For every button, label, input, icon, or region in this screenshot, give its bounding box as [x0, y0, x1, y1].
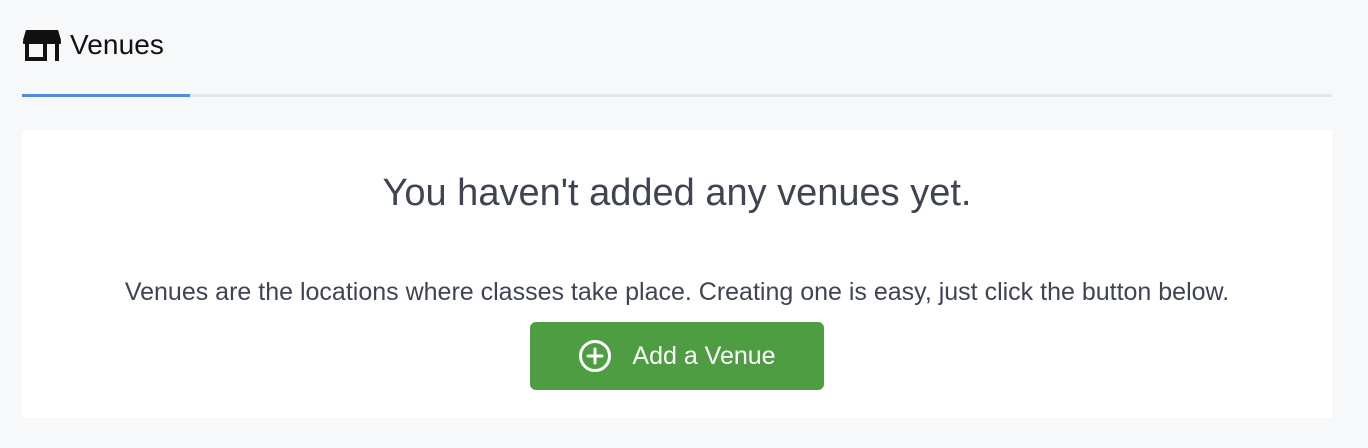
add-venue-label: Add a Venue — [632, 341, 776, 370]
active-tab-indicator — [22, 94, 190, 97]
page-header: Venues — [22, 28, 164, 62]
add-venue-button[interactable]: Add a Venue — [530, 322, 824, 390]
empty-state-description: Venues are the locations where classes t… — [124, 278, 1230, 306]
store-icon — [22, 28, 62, 62]
tab-underline — [22, 94, 1332, 97]
plus-circle-icon — [578, 339, 612, 373]
empty-state-heading: You haven't added any venues yet. — [382, 172, 972, 214]
page-title: Venues — [70, 29, 165, 60]
empty-state-card: You haven't added any venues yet. Venues… — [22, 130, 1332, 418]
